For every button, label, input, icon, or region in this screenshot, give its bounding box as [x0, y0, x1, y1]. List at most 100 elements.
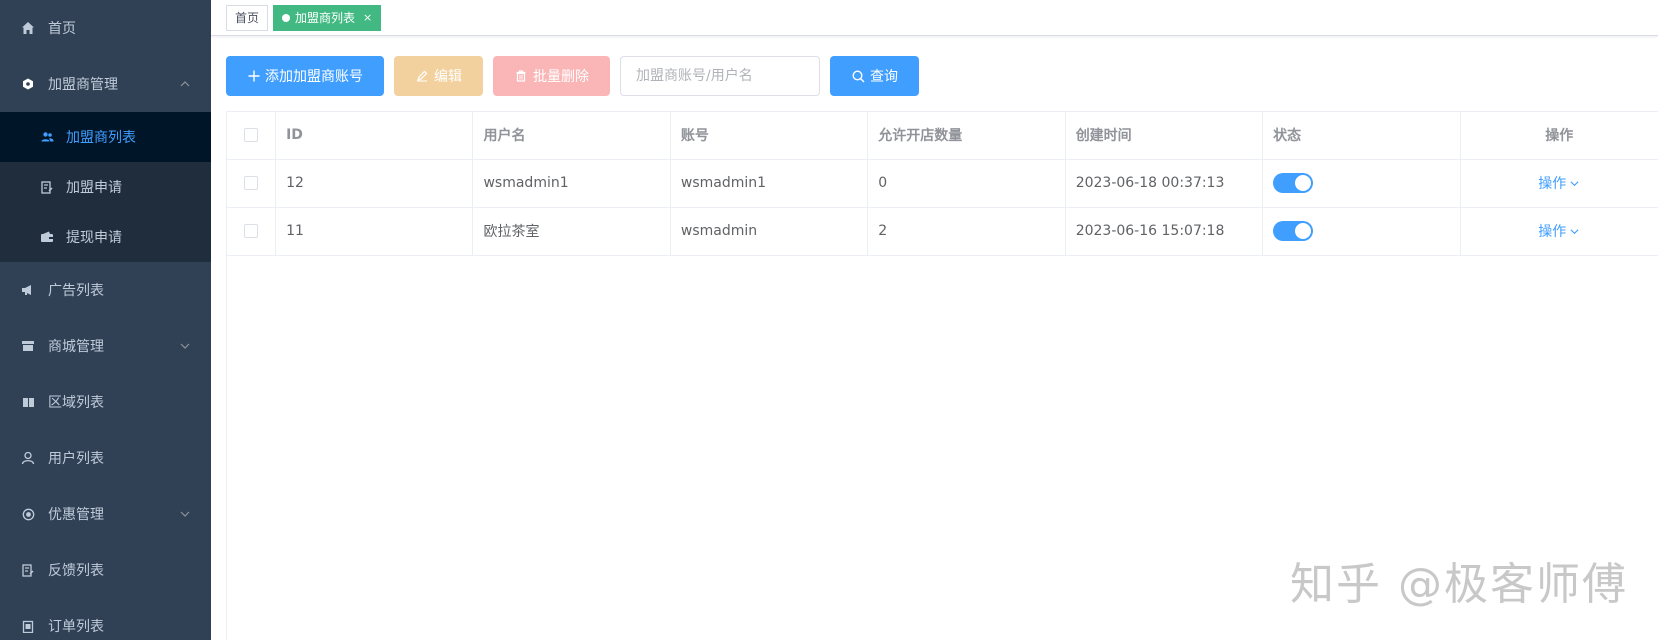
actions-label: 操作: [1538, 224, 1567, 240]
column-header-status: 状态: [1262, 112, 1461, 160]
status-toggle[interactable]: [1273, 173, 1314, 193]
row-select-cell: [227, 207, 277, 256]
toggle-knob: [1295, 223, 1312, 239]
sidebar-item-feedback[interactable]: 反馈列表: [0, 542, 211, 598]
table-header-row: ID 用户名 账号 允许开店数量 创建时间 状态 操作: [227, 112, 1658, 160]
sidebar-item-users[interactable]: 用户列表: [0, 430, 211, 486]
tag-label: 加盟商列表: [295, 10, 356, 25]
trash-icon: [514, 69, 528, 83]
sidebar-item-label: 区域列表: [48, 395, 104, 411]
button-label: 编辑: [434, 69, 462, 85]
chevron-down-icon: [1570, 226, 1580, 236]
cell-username: 欧拉茶室: [472, 207, 671, 256]
sidebar-item-label: 提现申请: [66, 230, 122, 246]
actions-label: 操作: [1538, 176, 1567, 192]
sidebar-item-home[interactable]: 首页: [0, 0, 211, 56]
sidebar-item-label: 加盟商管理: [48, 77, 118, 93]
sidebar-item-label: 优惠管理: [48, 507, 104, 523]
chevron-up-icon: [179, 78, 191, 90]
row-checkbox[interactable]: [244, 224, 259, 238]
close-icon[interactable]: ×: [363, 12, 372, 23]
search-input[interactable]: [620, 56, 820, 96]
add-franchise-button[interactable]: 添加加盟商账号: [226, 56, 384, 96]
table-row: 12 wsmadmin1 wsmadmin1 0 2023-06-18 00:3…: [227, 159, 1658, 208]
sidebar-group-franchise: 加盟商管理 加盟商列表 加盟申请 提现申请: [0, 56, 211, 262]
sidebar-item-label: 加盟申请: [66, 180, 122, 196]
sidebar-item-label: 商城管理: [48, 339, 104, 355]
book-icon: [20, 394, 36, 410]
cell-status: [1262, 159, 1461, 208]
column-header-shop-count: 允许开店数量: [867, 112, 1066, 160]
clipboard-icon: [20, 618, 36, 634]
sidebar-item-label: 加盟商列表: [66, 130, 136, 146]
toggle-knob: [1295, 175, 1312, 191]
toolbar: 添加加盟商账号 编辑 批量删除 查询: [226, 56, 929, 96]
cell-status: [1262, 207, 1461, 256]
select-all-checkbox[interactable]: [244, 128, 259, 143]
search-icon: [851, 69, 865, 83]
sidebar-item-label: 广告列表: [48, 283, 104, 299]
coupon-icon: [20, 506, 36, 522]
sidebar-item-label: 订单列表: [48, 619, 104, 635]
select-all-cell: [227, 112, 277, 160]
sidebar-item-franchise-apply[interactable]: 加盟申请: [0, 162, 211, 212]
button-label: 批量删除: [533, 69, 589, 85]
cell-id: 11: [275, 207, 474, 256]
actions-dropdown[interactable]: 操作: [1538, 173, 1580, 193]
shop-icon: [20, 338, 36, 354]
watermark: 知乎 @极客师傅: [1290, 559, 1628, 610]
button-label: 查询: [870, 69, 898, 85]
tag-franchise-list[interactable]: 加盟商列表 ×: [273, 4, 382, 31]
sidebar-item-ads[interactable]: 广告列表: [0, 262, 211, 318]
query-button[interactable]: 查询: [830, 56, 919, 96]
row-select-cell: [227, 159, 277, 208]
plus-icon: [247, 69, 260, 83]
sidebar-item-label: 首页: [48, 21, 76, 37]
edit-doc-icon: [40, 180, 54, 194]
chevron-down-icon: [179, 508, 191, 520]
sidebar-item-label: 用户列表: [48, 451, 104, 467]
chevron-down-icon: [1570, 178, 1580, 188]
cell-actions: 操作: [1460, 159, 1658, 208]
users-icon: [40, 130, 54, 144]
batch-delete-button[interactable]: 批量删除: [493, 56, 610, 96]
cell-shop-count: 0: [867, 159, 1066, 208]
table-row: 11 欧拉茶室 wsmadmin 2 2023-06-16 15:07:18 操…: [227, 207, 1658, 256]
cell-actions: 操作: [1460, 207, 1658, 256]
hexagon-icon: [20, 76, 36, 92]
cell-created: 2023-06-16 15:07:18: [1065, 207, 1264, 256]
actions-dropdown[interactable]: 操作: [1538, 221, 1580, 241]
main-content: 首页 加盟商列表 × 添加加盟商账号 编辑 批量删除 加盟商账号/用户名 查询 …: [211, 0, 1658, 640]
chevron-down-icon: [179, 340, 191, 352]
button-label: 添加加盟商账号: [265, 69, 363, 85]
sidebar-item-withdraw-apply[interactable]: 提现申请: [0, 212, 211, 262]
sidebar-item-region[interactable]: 区域列表: [0, 374, 211, 430]
sidebar-item-coupons[interactable]: 优惠管理: [0, 486, 211, 542]
sidebar-item-orders[interactable]: 订单列表: [0, 598, 211, 640]
cell-account: wsmadmin: [670, 207, 869, 256]
column-header-username: 用户名: [472, 112, 671, 160]
column-header-id: ID: [275, 112, 474, 160]
edit-button[interactable]: 编辑: [394, 56, 483, 96]
megaphone-icon: [20, 282, 36, 298]
tags-view-bar: 首页 加盟商列表 ×: [211, 0, 1658, 36]
sidebar-item-franchise-management[interactable]: 加盟商管理: [0, 56, 211, 112]
cell-created: 2023-06-18 00:37:13: [1065, 159, 1264, 208]
status-toggle[interactable]: [1273, 221, 1314, 241]
cell-account: wsmadmin1: [670, 159, 869, 208]
sidebar: 首页 加盟商管理 加盟商列表 加盟申请 提现申请 广告列表 商城管理 区域列表 …: [0, 0, 211, 640]
cell-username: wsmadmin1: [472, 159, 671, 208]
cell-shop-count: 2: [867, 207, 1066, 256]
active-dot-icon: [282, 13, 291, 22]
sidebar-item-mall[interactable]: 商城管理: [0, 318, 211, 374]
row-checkbox[interactable]: [244, 176, 259, 190]
column-header-created: 创建时间: [1065, 112, 1264, 160]
sidebar-item-franchise-list[interactable]: 加盟商列表: [0, 112, 211, 162]
column-header-actions: 操作: [1460, 112, 1658, 160]
edit-doc-icon: [20, 562, 36, 578]
user-icon: [20, 450, 36, 466]
submenu-franchise: 加盟商列表 加盟申请 提现申请: [0, 112, 211, 262]
cell-id: 12: [275, 159, 474, 208]
sidebar-item-label: 反馈列表: [48, 563, 104, 579]
tag-home[interactable]: 首页: [226, 4, 269, 31]
